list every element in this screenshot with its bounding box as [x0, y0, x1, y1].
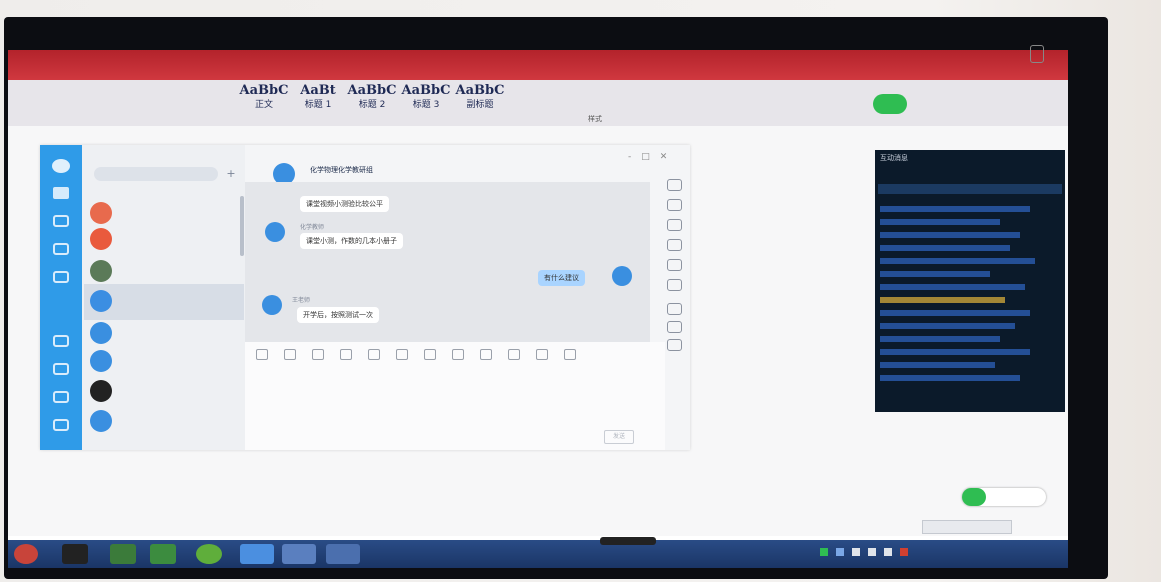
avatar [90, 228, 112, 250]
avatar [90, 260, 112, 282]
gif-icon[interactable] [284, 349, 296, 360]
link-icon[interactable] [667, 279, 682, 291]
like-icon[interactable] [312, 349, 324, 360]
file-icon[interactable] [424, 349, 436, 360]
settings-icon[interactable] [667, 339, 682, 351]
taskbar-app[interactable] [240, 544, 274, 564]
message-bubble: 课堂小测，作数的几本小册子 [300, 233, 403, 249]
message-sender: 化学教师 [300, 224, 325, 231]
mic-icon[interactable] [480, 349, 492, 360]
network-speed-widget [873, 94, 907, 114]
message-icon[interactable] [53, 187, 69, 199]
send-button[interactable]: 发送 [604, 430, 634, 444]
style-normal[interactable]: AaBbC 正文 [238, 84, 290, 120]
list-item[interactable] [84, 404, 244, 440]
avatar [90, 322, 112, 344]
chat-history-icon[interactable] [564, 349, 576, 360]
message-sender: 王老师 [292, 297, 311, 304]
folder-icon[interactable] [667, 239, 682, 251]
groups-icon[interactable] [53, 243, 69, 255]
sender-avatar [265, 222, 285, 242]
taskbar-app[interactable] [326, 544, 360, 564]
speed-widget [962, 488, 1046, 506]
avatar [90, 380, 112, 402]
my-message-bubble: 有什么建议 [538, 270, 585, 286]
mail-icon[interactable] [53, 391, 69, 403]
list-scrollbar[interactable] [240, 196, 244, 256]
avatar [90, 410, 112, 432]
word-ribbon: AaBbC 正文 AaBt 标题 1 AaBbC 标题 2 AaBbC 标题 3 AaB… [8, 80, 1068, 127]
game-icon[interactable] [536, 349, 548, 360]
chat-title: 化学物理化学教研组 [310, 166, 373, 174]
scissors-icon[interactable] [340, 349, 352, 360]
taskbar-app[interactable] [150, 544, 176, 564]
live-comments-list [880, 206, 1040, 406]
avatar [90, 350, 112, 372]
live-comments-title: 互动消息 [880, 154, 908, 162]
my-avatar [612, 266, 632, 286]
word-taskbar-icon[interactable] [282, 544, 316, 564]
video-icon[interactable] [452, 349, 464, 360]
system-tray[interactable] [820, 548, 980, 558]
style-subtitle[interactable]: AaBbC 副标题 [454, 84, 506, 120]
screen-icon[interactable] [368, 349, 380, 360]
image-icon[interactable] [396, 349, 408, 360]
calendar-icon[interactable] [667, 303, 682, 315]
style-heading2[interactable]: AaBbC 标题 2 [346, 84, 398, 120]
avatar [90, 202, 112, 224]
taskbar-app[interactable] [196, 544, 222, 564]
files-icon[interactable] [53, 335, 69, 347]
redpacket-icon[interactable] [508, 349, 520, 360]
notification-tooltip [922, 520, 1012, 534]
members-icon[interactable] [667, 199, 682, 211]
window-controls[interactable]: ‐□✕ [628, 152, 688, 162]
phone-icon[interactable] [667, 259, 682, 271]
live-comments-tabs[interactable] [878, 184, 1062, 194]
apps-icon[interactable] [53, 271, 69, 283]
collection-icon[interactable] [53, 363, 69, 375]
message-bubble: 课堂视频小测验比较公平 [300, 196, 389, 212]
notice-icon[interactable] [667, 179, 682, 191]
list-item[interactable] [84, 222, 244, 258]
word-title-bar [8, 50, 1068, 80]
add-icon[interactable]: + [224, 167, 238, 181]
emoji-icon[interactable] [256, 349, 268, 360]
menu-icon[interactable] [53, 419, 69, 431]
qq-sidebar [40, 145, 82, 450]
qq-avatar[interactable] [52, 159, 70, 173]
message-bubble: 开学后，按照测试一次 [297, 307, 379, 323]
pin-icon[interactable] [667, 321, 682, 333]
chat-side-toolbar [660, 165, 688, 355]
taskbar-app[interactable] [600, 537, 656, 545]
taskbar-app[interactable] [110, 544, 136, 564]
avatar [90, 290, 112, 312]
style-heading3[interactable]: AaBbC 标题 3 [400, 84, 452, 120]
sender-avatar [262, 295, 282, 315]
contacts-icon[interactable] [53, 215, 69, 227]
clock-icon[interactable] [667, 219, 682, 231]
style-heading1[interactable]: AaBt 标题 1 [292, 84, 344, 120]
styles-group-label: 样式 [588, 115, 602, 123]
taskbar-app[interactable] [62, 544, 88, 564]
monitor-logo [1030, 45, 1044, 63]
search-input[interactable] [94, 167, 218, 181]
start-button[interactable] [14, 544, 38, 564]
list-item-selected[interactable] [84, 284, 244, 320]
